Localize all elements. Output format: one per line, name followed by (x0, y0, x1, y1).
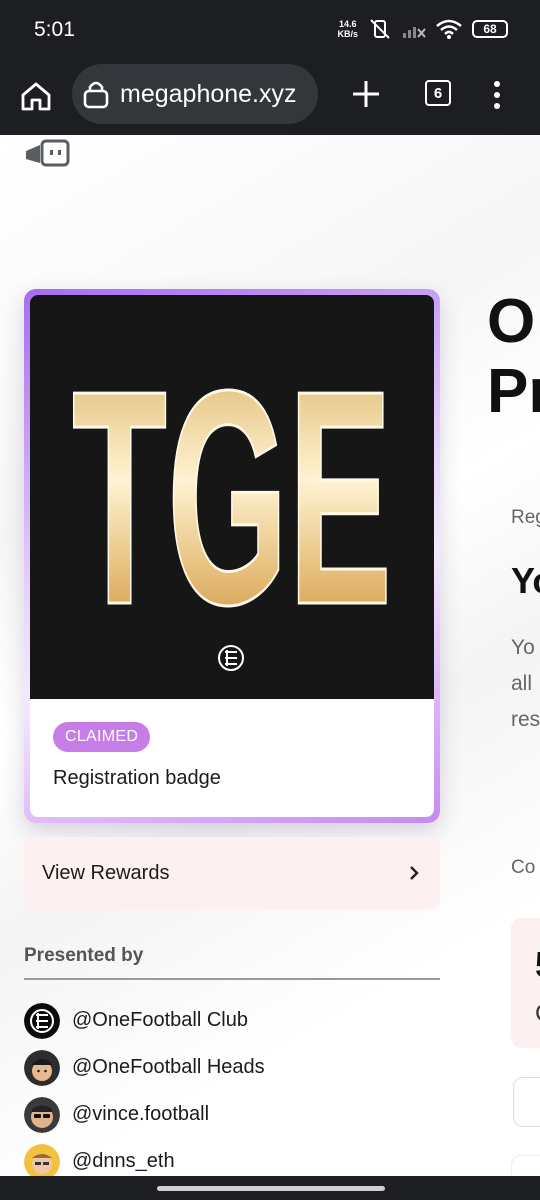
plus-icon[interactable] (350, 78, 382, 110)
badge-name: Registration badge (53, 767, 221, 789)
status-time: 5:01 (34, 18, 75, 41)
campaign-title-line1: O (487, 287, 536, 356)
tab-count: 6 (433, 84, 443, 102)
wifi-icon (436, 19, 462, 39)
presenter-name[interactable]: @dnns_eth (72, 1150, 175, 1173)
tge-text: TGE (72, 327, 392, 668)
campaign-title-line2: Pr (487, 357, 540, 426)
presenter-name[interactable]: @OneFootball Heads (72, 1056, 265, 1079)
campaign-title: O Pr (487, 287, 540, 427)
description-line: Yo (511, 636, 535, 659)
action-pill[interactable] (513, 1077, 540, 1127)
tge-artwork: TGE (71, 326, 394, 670)
yellow-avatar[interactable] (24, 1143, 60, 1177)
registration-label: Reg (511, 507, 540, 528)
section-heading: Yo (511, 560, 540, 601)
onefootball-club-avatar[interactable] (24, 1002, 60, 1039)
presenter-name[interactable]: @vince.football (72, 1103, 209, 1126)
stat-card: 5 C (511, 918, 540, 1048)
badge-card[interactable]: TGE CLAIMED Registration badge (24, 289, 440, 823)
network-speed-value: 14.6 (338, 19, 357, 29)
onefootball-club-icon (218, 645, 244, 671)
mute-vibrate-icon (370, 19, 390, 39)
network-speed: 14.6 KB/s (337, 19, 358, 39)
description-line: all (511, 672, 533, 695)
megaphone-logo-icon[interactable] (24, 137, 72, 169)
action-pill[interactable] (511, 1155, 540, 1176)
presenter-item[interactable]: @dnns_eth (24, 1138, 440, 1176)
browser-toolbar: megaphone.xyz 6 (0, 58, 540, 135)
system-nav-bar (0, 1176, 540, 1200)
section-description: Yo all res (511, 630, 540, 738)
description-line: res (511, 708, 540, 731)
battery-icon: 68 (472, 20, 508, 38)
menu-dots-icon[interactable] (490, 80, 504, 110)
divider (24, 978, 440, 980)
stat-subtext: C (535, 1000, 540, 1028)
cap-avatar[interactable] (24, 1049, 60, 1086)
tabs-icon[interactable]: 6 (425, 80, 451, 106)
signal-off-icon (403, 27, 426, 38)
presenters-list: @OneFootball Club @OneFootball Heads @vi… (24, 997, 440, 1176)
collection-label: Co (511, 857, 536, 878)
gesture-handle[interactable] (157, 1186, 385, 1191)
presented-by-heading: Presented by (24, 945, 144, 966)
badge-card-inner: TGE CLAIMED Registration badge (30, 295, 434, 817)
presenter-item[interactable]: @vince.football (24, 1091, 440, 1138)
presenter-item[interactable]: @OneFootball Club (24, 997, 440, 1044)
address-bar[interactable]: megaphone.xyz (72, 64, 318, 124)
url-text[interactable]: megaphone.xyz (120, 80, 297, 109)
sunglasses-avatar[interactable] (24, 1096, 60, 1133)
battery-level: 68 (483, 22, 497, 36)
view-rewards-button[interactable]: View Rewards (24, 837, 440, 909)
presenter-name[interactable]: @OneFootball Club (72, 1009, 248, 1032)
network-speed-unit: KB/s (337, 29, 358, 39)
home-icon[interactable] (18, 78, 54, 114)
web-page: TGE CLAIMED Registration badge View Rewa… (0, 135, 540, 1176)
status-bar: 5:01 14.6 KB/s 68 (0, 0, 540, 58)
chevron-right-icon (410, 866, 419, 880)
stat-number: 5 (535, 944, 540, 986)
view-rewards-label: View Rewards (42, 861, 170, 884)
lock-icon[interactable] (82, 79, 110, 109)
presenter-item[interactable]: @OneFootball Heads (24, 1044, 440, 1091)
badge-image: TGE (30, 295, 434, 699)
claimed-badge: CLAIMED (53, 722, 151, 752)
status-icons: 14.6 KB/s 68 (337, 17, 508, 41)
